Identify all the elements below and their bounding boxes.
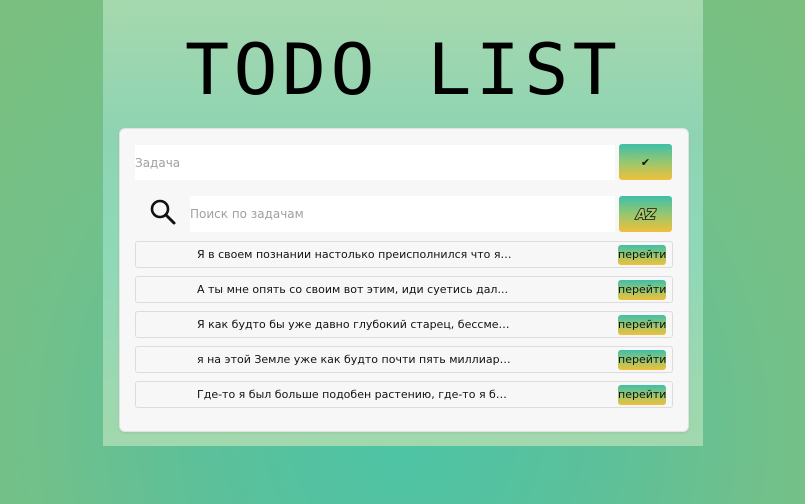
search-icon bbox=[150, 199, 176, 225]
task-text: Я в своем познании настолько преисполнил… bbox=[197, 248, 512, 261]
open-task-button[interactable]: перейти bbox=[618, 385, 666, 405]
open-task-button[interactable]: перейти bbox=[618, 280, 666, 300]
search-input[interactable] bbox=[190, 196, 615, 232]
app-title: TODO LIST bbox=[184, 29, 622, 111]
task-row: я на этой Земле уже как будто почти пять… bbox=[135, 346, 673, 373]
open-task-button[interactable]: перейти bbox=[618, 350, 666, 370]
open-task-button[interactable]: перейти bbox=[618, 245, 666, 265]
task-list: Я в своем познании настолько преисполнил… bbox=[135, 241, 673, 416]
task-text: Где-то я был больше подобен растению, гд… bbox=[197, 388, 512, 401]
sort-az-button[interactable]: AZ bbox=[619, 196, 672, 232]
svg-text:AZ: AZ bbox=[635, 208, 656, 222]
task-row: А ты мне опять со своим вот этим, иди су… bbox=[135, 276, 673, 303]
task-text: Я как будто бы уже давно глубокий старец… bbox=[197, 318, 512, 331]
task-row: Где-то я был больше подобен растению, гд… bbox=[135, 381, 673, 408]
task-input[interactable] bbox=[135, 145, 615, 180]
task-row: Я как будто бы уже давно глубокий старец… bbox=[135, 311, 673, 338]
check-icon: ✔ bbox=[640, 156, 651, 169]
add-task-button[interactable]: ✔ bbox=[619, 144, 672, 180]
task-row: Я в своем познании настолько преисполнил… bbox=[135, 241, 673, 268]
task-text: я на этой Земле уже как будто почти пять… bbox=[197, 353, 512, 366]
open-task-button[interactable]: перейти bbox=[618, 315, 666, 335]
task-text: А ты мне опять со своим вот этим, иди су… bbox=[197, 283, 508, 296]
sort-az-icon: AZ bbox=[634, 207, 657, 222]
todo-card: ✔ AZ Я в своем познании настолько преисп… bbox=[119, 128, 689, 432]
